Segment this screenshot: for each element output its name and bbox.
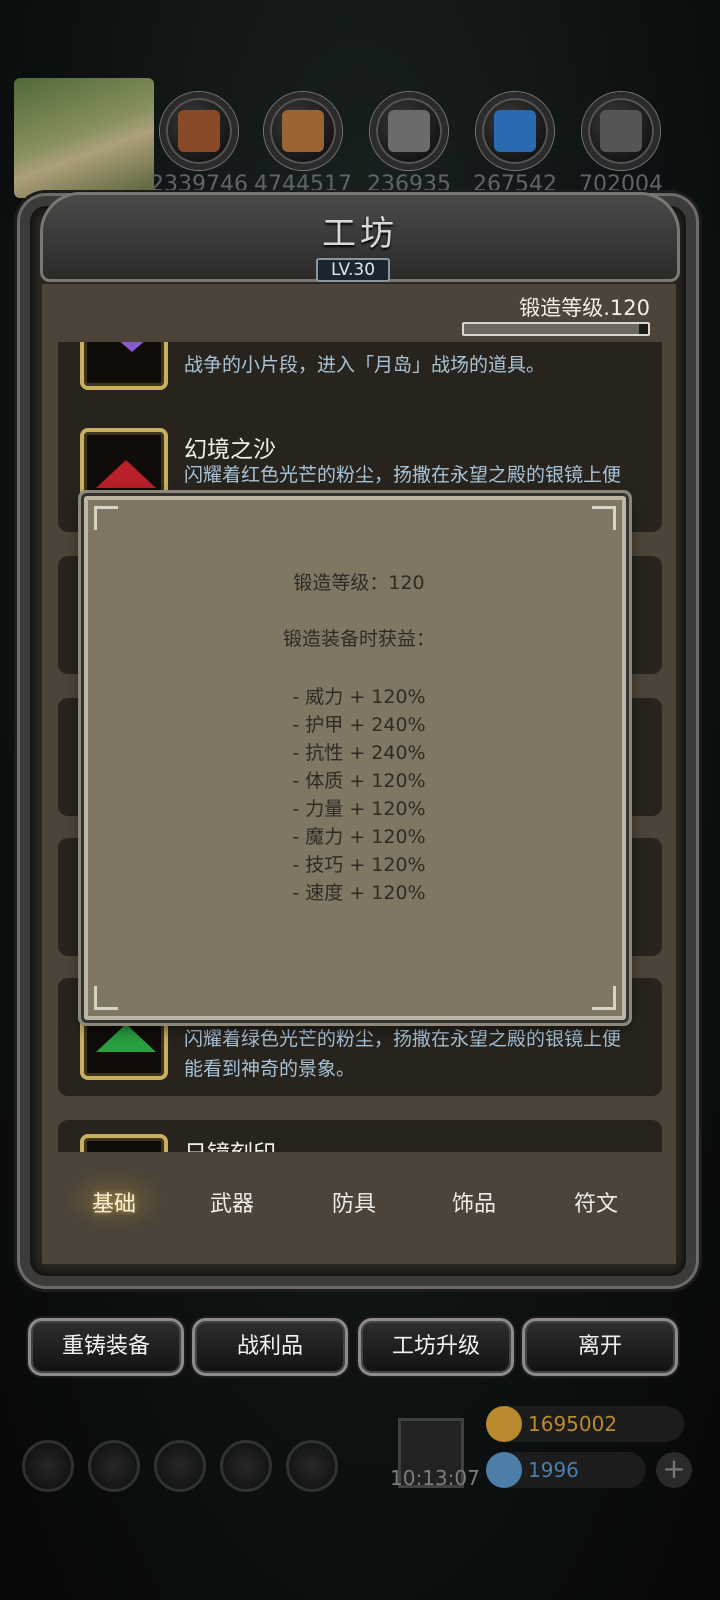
map-thumbnail[interactable] [14,78,154,198]
forge-level-tooltip: 锻造等级：120 锻造装备时获益： - 威力 + 120% - 护甲 + 240… [84,496,626,1020]
tooltip-stat: - 技巧 + 120% [292,854,426,876]
tooltip-stat: - 魔力 + 120% [292,826,426,848]
settings-icon[interactable] [22,1440,74,1492]
mail-icon[interactable] [220,1440,272,1492]
wood-icon[interactable] [264,92,342,170]
reforge-button[interactable]: 重铸装备 [28,1318,184,1376]
tooltip-stat: - 护甲 + 240% [292,714,426,736]
item-desc: 闪耀着绿色光芒的粉尘，扬撒在永望之殿的银镜上便能看到神奇的景象。 [184,1028,622,1080]
tooltip-stat: - 力量 + 120% [292,798,426,820]
tab-basic[interactable]: 基础 [64,1186,164,1218]
list-item[interactable]: 日镜刻印 [58,1120,662,1152]
metal-icon-fill [600,110,642,152]
gold-counter: 1695002 [486,1406,684,1442]
iron-icon[interactable] [370,92,448,170]
shop-icon[interactable] [154,1440,206,1492]
green-sand-icon [96,1024,156,1052]
tooltip-stat: - 抗性 + 240% [292,742,426,764]
achievement-icon[interactable] [88,1440,140,1492]
tooltip-corner [94,986,118,1010]
timer: 10:13:07 [390,1466,480,1490]
item-desc: 闪耀着红色光芒的粉尘，扬撒在永望之殿的银镜上便能看到神奇的景象。 [184,464,622,486]
tooltip-level-line: 锻造等级：120 [293,572,425,594]
tooltip-corner [94,506,118,530]
tooltip-corner [592,506,616,530]
gem-value: 1996 [528,1458,579,1482]
workshop-upgrade-button[interactable]: 工坊升级 [358,1318,514,1376]
leave-button[interactable]: 离开 [522,1318,678,1376]
forge-progress-bar [462,322,650,336]
red-sand-icon [96,460,156,488]
item-name: 幻境之沙 [184,437,276,463]
gold-coin-icon [486,1406,522,1442]
crystal-icon[interactable] [476,92,554,170]
tab-accessories[interactable]: 饰品 [424,1186,524,1218]
tab-armor[interactable]: 防具 [304,1186,404,1218]
tooltip-corner [592,986,616,1010]
iron-icon-fill [388,110,430,152]
purple-shard-icon [102,342,162,352]
gem-icon [486,1452,522,1488]
tooltip-stat: - 体质 + 120% [292,770,426,792]
tooltip-gain-title: 锻造装备时获益： [282,628,435,650]
item-slot[interactable] [80,342,168,390]
crystal-icon-fill [494,110,536,152]
item-desc: 战争的小片段，进入「月岛」战场的道具。 [184,354,546,376]
guild-icon[interactable] [286,1440,338,1492]
tooltip-stat: - 威力 + 120% [292,686,426,708]
add-currency-button[interactable]: + [656,1452,692,1488]
tab-weapons[interactable]: 武器 [182,1186,282,1218]
tooltip-stat: - 速度 + 120% [292,882,426,904]
forge-progress-fill [464,324,639,334]
ore-icon[interactable] [160,92,238,170]
item-name: 日镜刻印 [184,1134,276,1152]
wood-icon-fill [282,110,324,152]
tab-runes[interactable]: 符文 [546,1186,646,1218]
gold-value: 1695002 [528,1412,618,1436]
metal-icon[interactable] [582,92,660,170]
forge-level-label: 锻造等级.120 [519,296,650,320]
loot-button[interactable]: 战利品 [192,1318,348,1376]
category-tabs: 基础 武器 防具 饰品 符文 [52,1170,668,1230]
workshop-level-badge: LV.30 [316,258,390,282]
item-slot[interactable] [80,1134,168,1152]
page-title: 工坊 [322,214,398,254]
gem-counter: 1996 [486,1452,646,1488]
ore-icon-fill [178,110,220,152]
